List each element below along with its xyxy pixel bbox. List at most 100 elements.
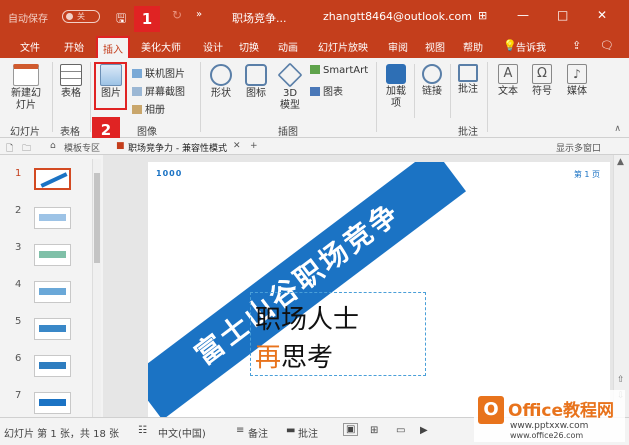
watermark-brand: Office教程网 <box>508 401 615 421</box>
collapse-ribbon-icon[interactable]: ∧ <box>614 124 621 134</box>
slide-sorter-icon[interactable]: ⊞ <box>370 425 378 436</box>
smartart-button[interactable]: SmartArt <box>310 65 368 76</box>
new-tab-icon[interactable]: + <box>250 141 258 151</box>
link-label: 链接 <box>422 86 442 97</box>
slide-number: 5 <box>15 316 22 327</box>
smartart-icon <box>310 65 320 74</box>
online-picture-button[interactable]: 联机图片 <box>132 65 185 80</box>
screenshot-icon <box>132 87 142 96</box>
chart-icon <box>310 87 320 96</box>
speaker-icon: ♪ <box>567 64 587 84</box>
screenshot-label: 屏幕截图 <box>145 87 185 98</box>
slideshow-icon[interactable]: ▶ <box>420 425 428 436</box>
media-button[interactable]: ♪ 媒体 <box>561 64 593 98</box>
autosave-label: 自动保存 <box>8 14 48 25</box>
tab-help[interactable]: 帮助 <box>463 39 483 54</box>
slide-textbox[interactable]: 职场人士 再思考 <box>250 292 426 376</box>
slide-thumb-3[interactable] <box>34 244 71 266</box>
group-images-label: 图像 <box>137 127 157 138</box>
tab-review[interactable]: 审阅 <box>388 39 408 54</box>
new-slide-icon <box>13 64 39 86</box>
slide-thumb-4[interactable] <box>34 281 71 303</box>
slide-number: 3 <box>15 242 22 253</box>
slide-number: 4 <box>15 279 22 290</box>
watermark-url: www.pptxxw.com <box>510 421 589 431</box>
comment-button[interactable]: 批注 <box>452 64 484 96</box>
3d-model-label: 3D模型 <box>280 88 300 111</box>
group-separator <box>376 62 377 132</box>
scroll-top-icon[interactable]: ⇧ <box>617 375 625 385</box>
multi-window-button[interactable]: 显示多窗口 <box>556 141 601 154</box>
icons-label: 图标 <box>246 88 266 99</box>
cube-icon <box>277 62 303 88</box>
slide-thumb-7[interactable] <box>34 392 71 414</box>
media-label: 媒体 <box>567 86 587 97</box>
slide-canvas: 1000 第 1 页 富士山谷职场竞争 职场人士 再思考 <box>103 155 613 417</box>
thumbnail-scrollbar[interactable] <box>92 159 101 417</box>
ribbon-display-icon[interactable]: ⊞ <box>478 9 487 22</box>
screenshot-button[interactable]: 屏幕截图 <box>132 83 185 98</box>
share-icon[interactable]: ⇪ <box>572 39 581 52</box>
3d-model-button[interactable]: 3D模型 <box>274 62 306 112</box>
addins-icon <box>386 64 406 84</box>
reading-view-icon[interactable]: ▭ <box>396 425 405 436</box>
tab-animations[interactable]: 动画 <box>278 39 298 54</box>
tab-file[interactable]: 文件 <box>20 39 40 54</box>
slide-1[interactable]: 1000 第 1 页 富士山谷职场竞争 职场人士 再思考 <box>148 162 610 417</box>
chart-button[interactable]: 图表 <box>310 83 343 98</box>
slide-heading-line2: 再思考 <box>255 337 333 374</box>
icons-button[interactable]: 图标 <box>240 64 272 100</box>
slide-thumb-5[interactable] <box>34 318 71 340</box>
tab-view[interactable]: 视图 <box>425 39 445 54</box>
link-button[interactable]: 链接 <box>416 64 448 98</box>
tab-insert[interactable]: 插入 <box>96 36 130 58</box>
scroll-up-icon[interactable]: ▲ <box>617 157 624 167</box>
maximize-icon[interactable]: □ <box>557 8 568 22</box>
close-tab-icon[interactable]: ✕ <box>233 141 241 151</box>
tab-design[interactable]: 设计 <box>203 39 223 54</box>
album-icon <box>132 105 142 114</box>
slide-number: 6 <box>15 353 22 364</box>
tab-template[interactable]: 模板专区 <box>64 141 100 154</box>
slide-thumb-2[interactable] <box>34 207 71 229</box>
comment-icon <box>458 64 478 82</box>
tab-document[interactable]: 职场竞争力 - 兼容性模式 <box>128 141 227 154</box>
step-callout-1: 1 <box>134 6 160 32</box>
slide-number: 1 <box>15 168 22 179</box>
document-tabs: 🗋 🗀 ⌂ 模板专区 ■ 职场竞争力 - 兼容性模式 ✕ + 显示多窗口 <box>0 138 629 155</box>
tab-home[interactable]: 开始 <box>64 39 84 54</box>
comment-label: 批注 <box>458 84 478 95</box>
watermark: O Office教程网 www.pptxxw.com www.office26.… <box>474 390 625 442</box>
notes-button[interactable]: 备注 <box>248 425 268 440</box>
slide-thumb-6[interactable] <box>34 355 71 377</box>
symbol-button[interactable]: Ω 符号 <box>526 64 558 98</box>
tell-me-search[interactable]: 告诉我 <box>516 39 546 54</box>
smartart-label: SmartArt <box>323 65 369 76</box>
ribbon-tabs: 文件 开始 插入 美化大师 设计 切换 动画 幻灯片放映 审阅 视图 帮助 💡 … <box>0 34 629 58</box>
slide-thumb-1[interactable] <box>34 168 71 190</box>
new-slide-button[interactable]: 新建幻灯片 <box>8 64 44 112</box>
language-indicator[interactable]: 中文(中国) <box>158 425 206 440</box>
accessibility-icon[interactable]: ☷ <box>138 425 147 436</box>
comments-button[interactable]: 批注 <box>298 425 318 440</box>
album-button[interactable]: 相册 <box>132 101 165 116</box>
tab-transitions[interactable]: 切换 <box>239 39 259 54</box>
text-button[interactable]: A 文本 <box>492 64 524 98</box>
qat-more-icon[interactable]: » <box>196 9 202 20</box>
canvas-scrollbar[interactable]: ▲ ⇧ ⇩ <box>613 155 629 417</box>
close-icon[interactable]: ✕ <box>597 8 607 22</box>
tab-slideshow[interactable]: 幻灯片放映 <box>318 39 368 54</box>
redo-icon[interactable]: ↻ <box>172 8 182 22</box>
autosave-toggle[interactable]: 关 <box>62 10 100 23</box>
tab-beautify[interactable]: 美化大师 <box>141 39 181 54</box>
minimize-icon[interactable]: — <box>517 8 529 22</box>
shapes-button[interactable]: 形状 <box>205 64 237 100</box>
normal-view-icon[interactable]: ▣ <box>343 423 359 436</box>
addins-button[interactable]: 加载项 <box>380 64 412 110</box>
save-icon[interactable]: 🖫 <box>116 9 126 30</box>
user-account[interactable]: zhangtt8464@outlook.com <box>323 10 472 23</box>
comments-icon[interactable]: 🗨 <box>600 39 614 52</box>
shapes-label: 形状 <box>211 88 231 99</box>
slide-counter: 幻灯片 第 1 张，共 18 张 <box>4 429 119 440</box>
table-button[interactable]: 表格 <box>56 64 86 100</box>
